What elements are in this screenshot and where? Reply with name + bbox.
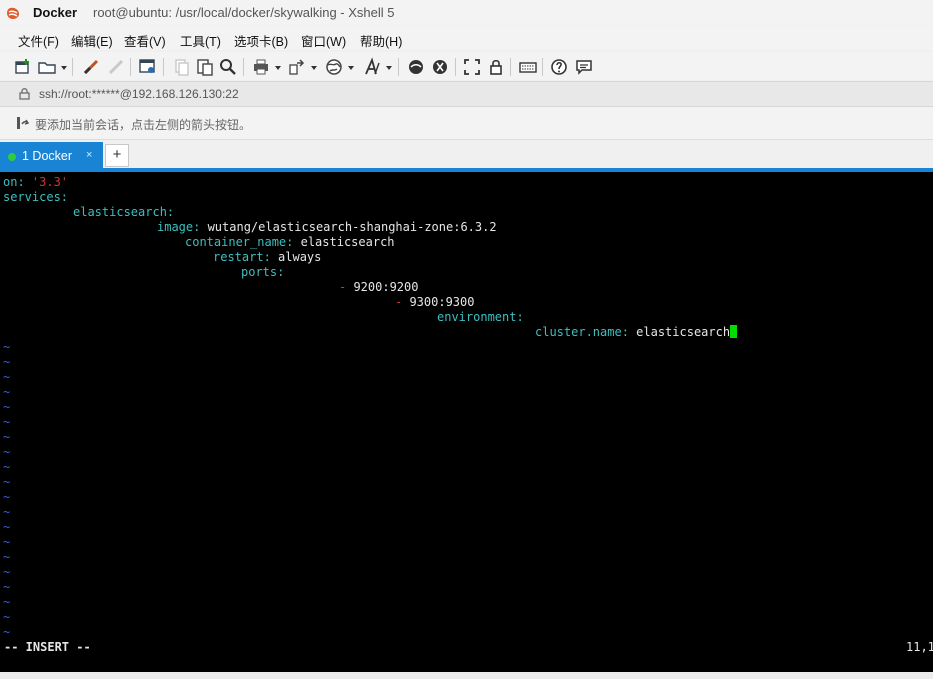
globe-icon[interactable] <box>324 57 344 77</box>
vim-tilde: ~ <box>3 370 11 384</box>
terminal-line: ports: <box>241 265 285 279</box>
toolbar-separator <box>163 58 164 76</box>
add-session-arrow-icon[interactable] <box>15 115 31 131</box>
terminal-line: restart: always <box>213 250 322 264</box>
vim-tilde: ~ <box>3 535 11 549</box>
menu-view[interactable]: 查看(V) <box>124 31 166 50</box>
window-title-app: Docker <box>33 5 78 20</box>
vim-tilde: ~ <box>3 445 11 459</box>
print-dropdown-icon[interactable] <box>275 66 281 70</box>
vim-tilde: ~ <box>3 490 11 504</box>
find-icon[interactable] <box>218 57 238 77</box>
terminal-line: environment: <box>437 310 524 324</box>
vim-tilde: ~ <box>3 520 11 534</box>
menu-bar: 文件(F) 编辑(E) 查看(V) 工具(T) 选项卡(B) 窗口(W) 帮助(… <box>0 26 933 50</box>
fullscreen-icon[interactable] <box>462 57 482 77</box>
vim-tilde: ~ <box>3 610 11 624</box>
title-bar: Docker root@ubuntu: /usr/local/docker/sk… <box>0 0 933 25</box>
add-tab-button[interactable]: + <box>105 144 129 167</box>
lock-icon[interactable] <box>486 57 506 77</box>
toolbar-separator <box>243 58 244 76</box>
open-dropdown-icon[interactable] <box>61 66 67 70</box>
terminal-line: elasticsearch: <box>73 205 175 219</box>
terminal-line: services: <box>3 190 69 204</box>
menu-edit[interactable]: 编辑(E) <box>71 31 113 50</box>
toolbar-separator <box>455 58 456 76</box>
menu-window[interactable]: 窗口(W) <box>301 31 346 50</box>
lock-icon <box>19 88 30 100</box>
menu-tabs[interactable]: 选项卡(B) <box>234 31 288 50</box>
terminal[interactable]: on: '3.3' services: elasticsearch: image… <box>0 172 933 672</box>
keyboard-icon[interactable] <box>518 57 538 77</box>
tab-docker[interactable]: 1 Docker × <box>0 142 103 169</box>
print-icon[interactable] <box>251 57 271 77</box>
hint-text: 要添加当前会话，点击左侧的箭头按钮。 <box>35 118 252 132</box>
vim-tilde: ~ <box>3 400 11 414</box>
vim-tilde: ~ <box>3 430 11 444</box>
xmanager-icon[interactable] <box>430 57 450 77</box>
terminal-line: - 9300:9300 <box>395 295 475 309</box>
terminal-line: container_name: elasticsearch <box>185 235 395 249</box>
menu-help[interactable]: 帮助(H) <box>360 31 402 50</box>
menu-tools[interactable]: 工具(T) <box>180 31 221 50</box>
vim-tilde: ~ <box>3 595 11 609</box>
transfer-icon[interactable] <box>287 57 307 77</box>
vim-tilde: ~ <box>3 625 11 639</box>
vim-tilde: ~ <box>3 505 11 519</box>
xftp-icon[interactable] <box>406 57 426 77</box>
connection-status-icon <box>8 153 16 161</box>
session-properties-icon[interactable] <box>138 57 158 77</box>
toolbar-separator <box>130 58 131 76</box>
vim-tilde: ~ <box>3 580 11 594</box>
vim-tilde: ~ <box>3 550 11 564</box>
text-cursor <box>730 325 738 338</box>
disconnect-icon[interactable] <box>106 57 126 77</box>
terminal-line: image: wutang/elasticsearch-shanghai-zon… <box>157 220 497 234</box>
toolbar-separator <box>510 58 511 76</box>
vim-tilde: ~ <box>3 340 11 354</box>
help-icon[interactable] <box>549 57 569 77</box>
toolbar-separator <box>398 58 399 76</box>
tab-label[interactable]: 1 Docker <box>22 149 72 163</box>
globe-dropdown-icon[interactable] <box>348 66 354 70</box>
vim-tilde: ~ <box>3 355 11 369</box>
paste-icon[interactable] <box>195 57 215 77</box>
toolbar-separator <box>72 58 73 76</box>
tab-bar: 1 Docker × + <box>0 141 933 169</box>
terminal-line: cluster.name: elasticsearch <box>535 325 738 340</box>
transfer-dropdown-icon[interactable] <box>311 66 317 70</box>
toolbar <box>0 52 933 80</box>
vim-tilde: ~ <box>3 385 11 399</box>
close-icon[interactable]: × <box>86 149 92 161</box>
chat-icon[interactable] <box>574 57 594 77</box>
window-title: root@ubuntu: /usr/local/docker/skywalkin… <box>93 5 395 20</box>
hint-bar: 要添加当前会话，点击左侧的箭头按钮。 <box>0 107 933 140</box>
open-folder-icon[interactable] <box>37 57 57 77</box>
status-strip <box>0 672 933 679</box>
vim-mode-indicator: -- INSERT -- <box>4 640 91 654</box>
vim-tilde: ~ <box>3 565 11 579</box>
vim-tilde: ~ <box>3 475 11 489</box>
toolbar-separator <box>542 58 543 76</box>
font-dropdown-icon[interactable] <box>386 66 392 70</box>
menu-file[interactable]: 文件(F) <box>18 31 59 50</box>
copy-icon[interactable] <box>171 57 191 77</box>
xshell-logo-icon <box>7 7 19 19</box>
vim-tilde: ~ <box>3 460 11 474</box>
vim-tilde: ~ <box>3 415 11 429</box>
terminal-line: - 9200:9200 <box>339 280 419 294</box>
cursor-position: 11,1 <box>906 640 933 654</box>
font-icon[interactable] <box>362 57 382 77</box>
address-bar[interactable]: ssh://root:******@192.168.126.130:22 <box>0 81 933 107</box>
terminal-line: on: '3.3' <box>3 175 69 189</box>
address-text[interactable]: ssh://root:******@192.168.126.130:22 <box>39 87 239 101</box>
new-session-icon[interactable] <box>13 57 33 77</box>
connect-icon[interactable] <box>81 57 101 77</box>
